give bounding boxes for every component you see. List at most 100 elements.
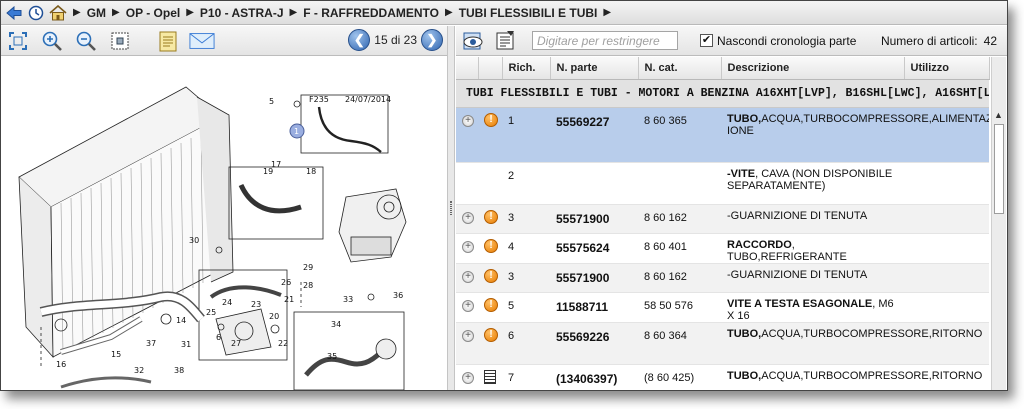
zoom-out-icon[interactable] (73, 29, 99, 53)
home-icon[interactable] (49, 4, 67, 22)
view-eye-icon[interactable] (460, 29, 486, 53)
column-description[interactable]: Descrizione (721, 57, 905, 80)
part-number-cell[interactable]: (13406397) (550, 364, 638, 390)
column-status (478, 57, 503, 80)
warning-icon[interactable]: ! (484, 297, 498, 312)
catalog-number-cell: 58 50 576 (638, 292, 721, 323)
usage-cell (904, 204, 989, 234)
panel-splitter[interactable] (447, 26, 455, 390)
actual-size-icon[interactable] (107, 29, 133, 53)
breadcrumb-item-section[interactable]: TUBI FLESSIBILI E TUBI (459, 6, 598, 20)
column-usage[interactable]: Utilizzo (904, 57, 990, 80)
breadcrumb-item-model[interactable]: P10 - ASTRA-J (200, 6, 284, 20)
table-row[interactable]: +7 (13406397) (8 60 425) TUBO,ACQUA,TURBOCO… (456, 364, 989, 390)
breadcrumb-bar: ▶ GM ▶ OP - Opel ▶ P10 - ASTRA-J ▶ F - R… (1, 1, 1007, 25)
expand-cell[interactable] (456, 162, 478, 205)
part-number-cell[interactable]: 55575624 (550, 233, 638, 264)
part-number-cell[interactable]: 55569227 (550, 108, 638, 163)
expand-plus-icon[interactable]: + (462, 211, 474, 224)
expand-plus-icon[interactable]: + (462, 299, 474, 312)
vertical-scrollbar[interactable]: ▲ (991, 57, 1006, 390)
expand-cell[interactable]: + (456, 364, 478, 390)
expand-cell[interactable]: + (456, 204, 478, 234)
fit-to-window-icon[interactable] (5, 29, 31, 53)
part-number-cell[interactable]: 55569226 (550, 322, 638, 365)
description-bold: VITE A TESTA ESAGONALE (727, 297, 873, 310)
callout-6: 6 (216, 333, 221, 342)
usage-cell (904, 162, 989, 205)
expand-cell[interactable]: + (456, 292, 478, 323)
column-catalog-number[interactable]: N. cat. (638, 57, 722, 80)
table-row[interactable]: +! 5 11588711 58 50 576 VITE A TESTA ESAGONA… (456, 292, 989, 323)
warning-icon[interactable]: ! (484, 327, 498, 342)
table-row[interactable]: +! 6 55569226 8 60 364 TUBO,ACQUA,TURBOCOMPR… (456, 322, 989, 365)
hide-history-toggle[interactable]: ✔ Nascondi cronologia parte (700, 34, 856, 48)
next-page-button[interactable]: ❯ (421, 29, 443, 51)
breadcrumb-item-group[interactable]: F - RAFFREDDAMENTO (303, 6, 439, 20)
warning-icon[interactable]: ! (484, 268, 498, 283)
breadcrumb-item-brand[interactable]: GM (87, 6, 106, 20)
expand-plus-icon[interactable]: + (462, 270, 474, 283)
application-window: ▶ GM ▶ OP - Opel ▶ P10 - ASTRA-J ▶ F - R… (0, 0, 1008, 391)
filter-list-icon[interactable] (492, 29, 518, 53)
status-cell: ! (478, 233, 502, 264)
expand-cell[interactable]: + (456, 233, 478, 264)
description-cell: VITE A TESTA ESAGONALE, M6 X 16 (721, 292, 904, 323)
ref-cell: 3 (502, 204, 550, 234)
callout-5: 5 (269, 97, 274, 106)
expand-cell[interactable]: + (456, 108, 478, 163)
callout-31: 31 (181, 340, 191, 349)
zoom-in-icon[interactable] (39, 29, 65, 53)
catalog-number-cell: 8 60 162 (638, 263, 721, 293)
ref-cell: 3 (502, 263, 550, 293)
expand-plus-icon[interactable]: + (462, 371, 474, 384)
warning-icon[interactable]: ! (484, 209, 498, 224)
expand-plus-icon[interactable]: + (462, 240, 474, 253)
document-icon[interactable] (484, 369, 496, 384)
exploded-parts-diagram[interactable]: F235 24/07/2014 5 17 19 18 30 29 28 26 2… (1, 57, 447, 390)
description-cell: TUBO,ACQUA,TURBOCOMPRESSORE,ALIMENTAZ IO… (721, 108, 989, 163)
group-header-row: TUBI FLESSIBILI E TUBI - MOTORI A BENZIN… (456, 80, 989, 108)
table-row[interactable]: +! 3 55571900 8 60 162 -GUARNIZIONE DI TENUT… (456, 263, 989, 293)
part-number-cell[interactable]: 55571900 (550, 204, 638, 234)
table-row[interactable]: +! 3 55571900 8 60 162 -GUARNIZIONE DI TENUT… (456, 204, 989, 234)
column-part-number[interactable]: N. parte (550, 57, 639, 80)
table-row[interactable]: +! 4 55575624 8 60 401 RACCORDO, TUBO,REFRIG… (456, 233, 989, 264)
history-clock-icon[interactable] (27, 4, 45, 22)
scroll-up-arrow[interactable]: ▲ (994, 110, 1003, 120)
splitter-grip[interactable] (450, 201, 452, 215)
hide-history-checkbox[interactable]: ✔ (700, 34, 713, 47)
scrollbar-thumb[interactable] (994, 124, 1004, 214)
breadcrumb-item-make[interactable]: OP - Opel (126, 6, 180, 20)
callout-28: 28 (303, 281, 313, 290)
table-row[interactable]: 2 -VITE, CAVA (NON DISPONIBILE SEPARATAME… (456, 162, 989, 205)
expand-cell[interactable]: + (456, 322, 478, 365)
restrict-search-input[interactable] (532, 31, 678, 50)
callout-23: 23 (251, 300, 261, 309)
expand-cell[interactable]: + (456, 263, 478, 293)
column-ref[interactable]: Rich. (502, 57, 551, 80)
table-row[interactable]: +! 1 55569227 8 60 365 TUBO,ACQUA,TURBOCOMPR… (456, 108, 989, 163)
notes-icon[interactable] (155, 29, 181, 53)
description-bold: TUBO, (727, 113, 762, 125)
callout-25: 25 (206, 308, 216, 317)
part-number-cell[interactable] (550, 162, 638, 205)
warning-icon[interactable]: ! (484, 113, 498, 127)
breadcrumb-separator: ▶ (603, 7, 612, 18)
warning-icon[interactable]: ! (484, 238, 498, 253)
part-number-cell[interactable]: 11588711 (550, 292, 638, 323)
previous-page-button[interactable]: ❮ (348, 29, 371, 51)
email-icon[interactable] (189, 29, 215, 53)
breadcrumb-separator: ▶ (73, 7, 81, 18)
expand-plus-icon[interactable]: + (462, 115, 474, 127)
part-number-cell[interactable]: 55571900 (550, 263, 638, 293)
ref-cell: 5 (502, 292, 550, 323)
callout-27: 27 (231, 339, 241, 348)
back-arrow-icon[interactable] (5, 4, 23, 22)
parts-list-panel: ✔ Nascondi cronologia parte Numero di ar… (456, 26, 1007, 390)
callout-33: 33 (343, 295, 353, 304)
callout-16: 16 (56, 360, 66, 369)
description-cell: -GUARNIZIONE DI TENUTA (721, 204, 904, 234)
expand-plus-icon[interactable]: + (462, 329, 474, 342)
ref-cell: 4 (502, 233, 550, 264)
